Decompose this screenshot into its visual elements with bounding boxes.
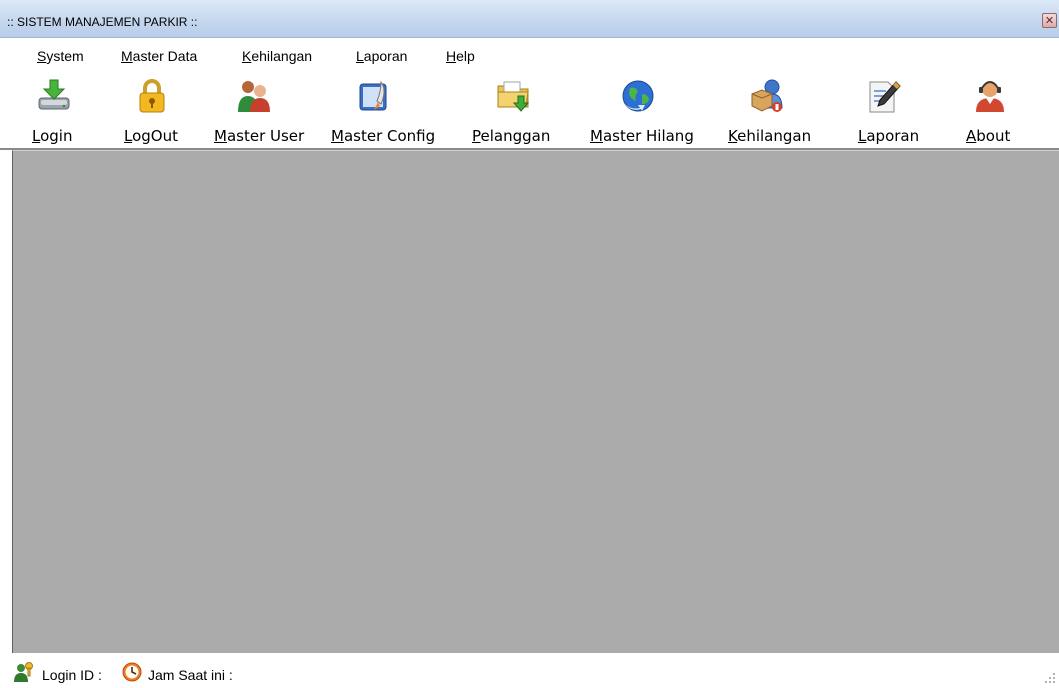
master-hilang-label: Master Hilang [590,127,694,145]
kehilangan-button[interactable]: Kehilangan [728,74,822,146]
left-border [0,150,12,654]
laporan-button[interactable]: Laporan [858,74,928,146]
master-config-button[interactable]: Master Config [331,74,453,146]
kehilangan-label: Kehilangan [728,127,812,145]
master-config-label: Master Config [331,127,436,145]
close-icon: ✕ [1044,14,1055,27]
title-bar: :: SISTEM MANAJEMEN PARKIR :: ✕ [0,0,1059,38]
menu-system[interactable]: System [37,47,84,65]
master-user-label: Master User [214,127,305,145]
close-button[interactable]: ✕ [1042,13,1057,28]
current-time-label: Jam Saat ini : [148,667,233,683]
config-rocket-icon [359,80,387,111]
logout-button[interactable]: LogOut [124,74,186,146]
padlock-icon [139,79,165,113]
mdi-workspace[interactable] [12,150,1059,653]
status-bar: Login ID : Jam Saat ini : [0,654,1059,688]
user-key-icon [14,662,33,682]
globe-arrow-icon [622,80,654,112]
support-person-icon [976,81,1004,112]
login-label: Login [32,127,73,145]
menu-master-data[interactable]: Master Data [121,47,197,65]
document-pen-icon [869,81,901,113]
toolbar: Login LogOut Master User Master Config P… [0,68,1059,150]
folder-arrow-icon [497,81,530,112]
laporan-label: Laporan [858,127,920,145]
users-icon [238,81,270,112]
login-button[interactable]: Login [32,74,92,146]
pelanggan-label: Pelanggan [472,127,551,145]
clock-icon [122,662,142,682]
master-user-button[interactable]: Master User [214,74,318,146]
user-box-icon [751,79,783,112]
login-drive-arrow-icon [38,79,70,110]
about-label: About [966,127,1011,145]
window-title: :: SISTEM MANAJEMEN PARKIR :: [7,15,198,29]
about-button[interactable]: About [966,74,1022,146]
login-id-label: Login ID : [42,667,102,683]
master-hilang-button[interactable]: Master Hilang [590,74,708,146]
menu-bar: System Master Data Kehilangan Laporan He… [0,38,1059,68]
menu-kehilangan[interactable]: Kehilangan [242,47,312,65]
menu-laporan[interactable]: Laporan [356,47,407,65]
menu-help[interactable]: Help [446,47,475,65]
resize-grip-icon[interactable] [1042,672,1056,684]
logout-label: LogOut [124,127,178,145]
pelanggan-button[interactable]: Pelanggan [472,74,564,146]
